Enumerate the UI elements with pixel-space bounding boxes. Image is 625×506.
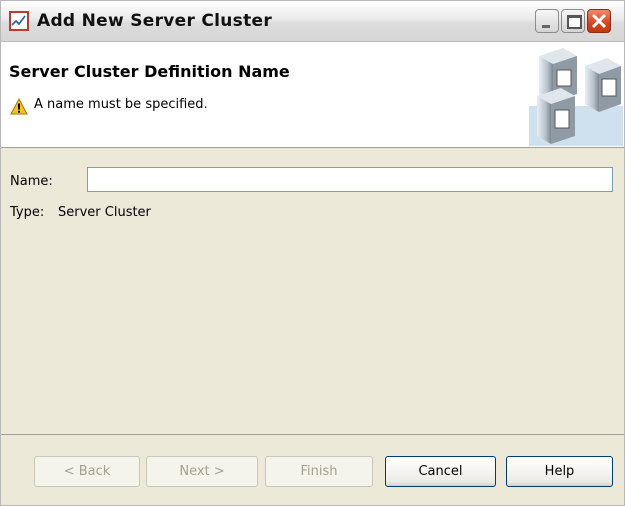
type-value: Server Cluster xyxy=(58,205,151,220)
close-button[interactable] xyxy=(587,9,611,33)
cancel-button[interactable]: Cancel xyxy=(385,456,496,487)
minimize-button[interactable] xyxy=(535,9,559,33)
close-icon xyxy=(591,13,607,29)
wizard-content: Name: Type: Server Cluster xyxy=(1,148,624,434)
finish-button[interactable]: Finish xyxy=(265,456,373,487)
servers-icon xyxy=(529,48,623,146)
next-button[interactable]: Next > xyxy=(146,456,258,487)
chart-app-icon xyxy=(9,11,29,31)
type-label: Type: xyxy=(10,205,45,220)
name-label: Name: xyxy=(10,174,53,189)
warning-icon xyxy=(10,98,28,115)
minimize-icon xyxy=(542,25,550,28)
maximize-icon xyxy=(567,15,582,29)
wizard-header: Server Cluster Definition Name A name mu… xyxy=(1,42,624,148)
window-title: Add New Server Cluster xyxy=(37,11,273,31)
back-button[interactable]: < Back xyxy=(34,456,140,487)
title-bar[interactable]: Add New Server Cluster xyxy=(1,1,624,42)
maximize-button[interactable] xyxy=(561,9,585,33)
name-field[interactable] xyxy=(87,167,613,192)
wizard-footer: < Back Next > Finish Cancel Help xyxy=(1,434,624,505)
validation-message: A name must be specified. xyxy=(34,97,208,112)
add-server-cluster-dialog: Add New Server Cluster Server Cluster De… xyxy=(0,0,625,506)
page-title: Server Cluster Definition Name xyxy=(9,62,290,81)
help-button[interactable]: Help xyxy=(506,456,613,487)
